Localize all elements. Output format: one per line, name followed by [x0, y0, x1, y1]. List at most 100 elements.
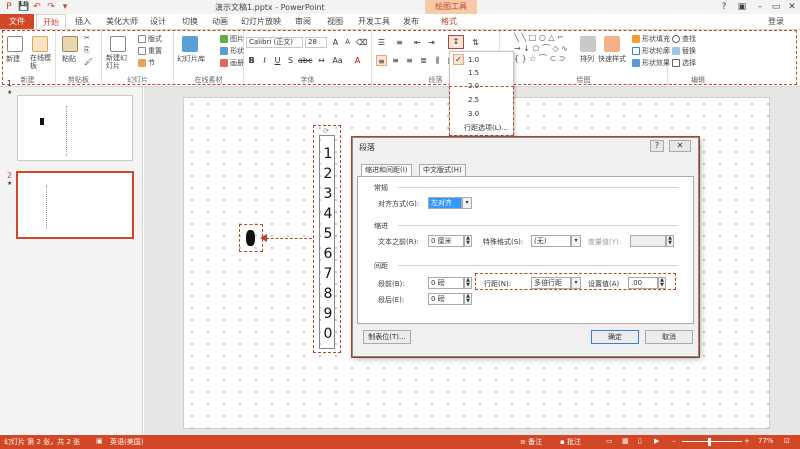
ribbon-display-button[interactable]: ▣	[734, 1, 750, 13]
number-item: 1	[323, 146, 333, 162]
powerpoint-logo-icon: P	[6, 2, 12, 12]
tab-publish[interactable]: 发布	[398, 14, 424, 29]
spellcheck-icon[interactable]: ▣	[96, 437, 103, 445]
slide-thumbnail-1[interactable]	[17, 95, 133, 161]
normal-view-icon[interactable]: ▭	[606, 437, 613, 445]
space-before-input[interactable]: 0 磅	[428, 277, 464, 289]
cancel-button[interactable]: 取消	[645, 330, 693, 344]
spinner-icon[interactable]: ▲ ▼	[464, 293, 472, 305]
line-spacing-option[interactable]: 1.5	[468, 69, 479, 77]
rotate-handle-icon[interactable]: ⟳	[323, 127, 329, 135]
slide-thumbnail-panel: 1 ★ 2 ★	[0, 79, 143, 435]
thumb-numbers-2	[46, 185, 48, 229]
section-general: 常规	[374, 184, 388, 192]
spinner-icon[interactable]: ▲ ▼	[464, 235, 472, 247]
align-select[interactable]: 左对齐	[428, 197, 462, 209]
section-spacing: 间距	[374, 262, 388, 270]
tab-insert[interactable]: 插入	[70, 14, 96, 29]
dialog-close-button[interactable]: ✕	[669, 140, 691, 152]
redo-icon[interactable]: ↷	[46, 2, 56, 12]
number-item: 0	[323, 326, 333, 342]
checkmark-icon: ✓	[453, 54, 464, 65]
reading-view-icon[interactable]: ▯	[638, 437, 642, 445]
notes-button[interactable]: ≡ 备注	[520, 437, 542, 447]
slide-sorter-icon[interactable]: ▦	[622, 437, 629, 445]
zoom-level[interactable]: 77%	[758, 437, 774, 445]
tab-home[interactable]: 开始	[36, 14, 66, 29]
thumb-shape-1	[40, 118, 44, 125]
language-indicator[interactable]: 英语(美国)	[110, 437, 143, 447]
dialog-help-button[interactable]: ?	[650, 140, 664, 152]
spinner-icon[interactable]: ▲ ▼	[464, 277, 472, 289]
tab-design[interactable]: 设计	[145, 14, 171, 29]
numbers-textbox-annotation: ⟳ 1 2 3 4 5 6 7 8 9 0	[313, 125, 341, 353]
save-icon[interactable]: 💾	[18, 2, 29, 12]
zoom-slider[interactable]	[682, 441, 742, 442]
divider	[398, 225, 678, 226]
zoom-slider-thumb[interactable]	[708, 438, 711, 446]
tab-developer[interactable]: 开发工具	[354, 14, 394, 29]
dialog-title: 段落	[359, 143, 375, 152]
paragraph-dialog: 段落 ? ✕ 缩进和间距(I) 中文版式(H) 常规 对齐方式(G): 左对齐 …	[352, 137, 699, 357]
close-button[interactable]: ✕	[784, 1, 800, 13]
undo-icon[interactable]: ↶	[32, 2, 42, 12]
slide-number-2: 2	[7, 171, 13, 180]
help-button[interactable]: ?	[716, 1, 732, 13]
tab-animations[interactable]: 动画	[207, 14, 233, 29]
tab-file[interactable]: 文件	[0, 14, 34, 29]
number-item: 3	[323, 186, 333, 202]
tab-format[interactable]: 格式	[436, 14, 462, 29]
tabs-button[interactable]: 制表位(T)...	[363, 330, 411, 344]
tab-review[interactable]: 审阅	[290, 14, 316, 29]
before-text-input[interactable]: 0 厘米	[428, 235, 464, 247]
dialog-body: 常规 对齐方式(G): 左对齐 ▾ 缩进 文本之前(R): 0 厘米 ▲ ▼ 特殊…	[357, 176, 694, 324]
section-indent: 缩进	[374, 222, 388, 230]
tab-slideshow[interactable]: 幻灯片放映	[236, 14, 286, 29]
number-item: 4	[323, 206, 333, 222]
number-item: 7	[323, 266, 333, 282]
zoom-in-icon[interactable]: +	[744, 437, 750, 445]
comments-button[interactable]: ▪ 批注	[560, 437, 581, 447]
space-after-input[interactable]: 0 磅	[428, 293, 464, 305]
comments-label: 批注	[566, 438, 581, 446]
number-item: 8	[323, 286, 333, 302]
before-text-label: 文本之前(R):	[378, 238, 419, 246]
slideshow-icon[interactable]: ▶	[654, 437, 659, 445]
ribbon-tabs: 文件 开始 插入 美化大师 设计 切换 动画 幻灯片放映 审阅 视图 开发工具 …	[0, 14, 800, 29]
ribbon-highlight-annotation	[2, 30, 797, 85]
measure-input	[630, 235, 666, 247]
divider	[398, 187, 678, 188]
slide-thumbnail-2[interactable]	[16, 171, 134, 239]
slide-star-1: ★	[7, 89, 13, 96]
slide-info: 幻灯片 第 2 张，共 2 张	[4, 438, 81, 446]
line-spacing-option[interactable]: 1.0	[468, 56, 479, 64]
measure-label: 度量值(Y):	[588, 238, 622, 246]
minimize-button[interactable]: –	[752, 1, 768, 13]
tab-transitions[interactable]: 切换	[177, 14, 203, 29]
tab-beautify-master[interactable]: 美化大师	[102, 14, 142, 29]
annotation-arrow-icon	[260, 234, 267, 242]
annotation-arrow-line	[266, 238, 312, 239]
drawing-tools-context-label: 绘图工具	[425, 0, 477, 14]
space-after-label: 段后(E):	[378, 296, 405, 304]
special-format-label: 特殊格式(S):	[483, 238, 524, 246]
dialog-titlebar: 段落 ? ✕	[353, 138, 698, 154]
notes-label: 备注	[528, 438, 543, 446]
customize-quick-access-icon[interactable]: ▾	[60, 2, 70, 12]
login-link[interactable]: 登录	[768, 16, 784, 27]
thumb-numbers-1	[66, 106, 68, 156]
title-bar: P 💾 ↶ ↷ ▾ 演示文稿1.pptx - PowerPoint 绘图工具 ?…	[0, 0, 800, 14]
fit-slide-icon[interactable]: ⊡	[784, 437, 790, 445]
slide-star-2: ★	[7, 180, 13, 187]
spinner-icon: ▲ ▼	[666, 235, 674, 247]
chevron-down-icon[interactable]: ▾	[462, 197, 472, 209]
number-item: 2	[323, 166, 333, 182]
black-shape[interactable]	[246, 230, 255, 246]
space-before-label: 段前(B):	[378, 280, 405, 288]
special-format-select[interactable]: (无)	[531, 235, 571, 247]
tab-view[interactable]: 视图	[322, 14, 348, 29]
chevron-down-icon[interactable]: ▾	[571, 235, 581, 247]
ok-button[interactable]: 确定	[591, 330, 639, 344]
restore-button[interactable]: ▭	[768, 1, 784, 13]
zoom-out-icon[interactable]: –	[672, 437, 676, 445]
